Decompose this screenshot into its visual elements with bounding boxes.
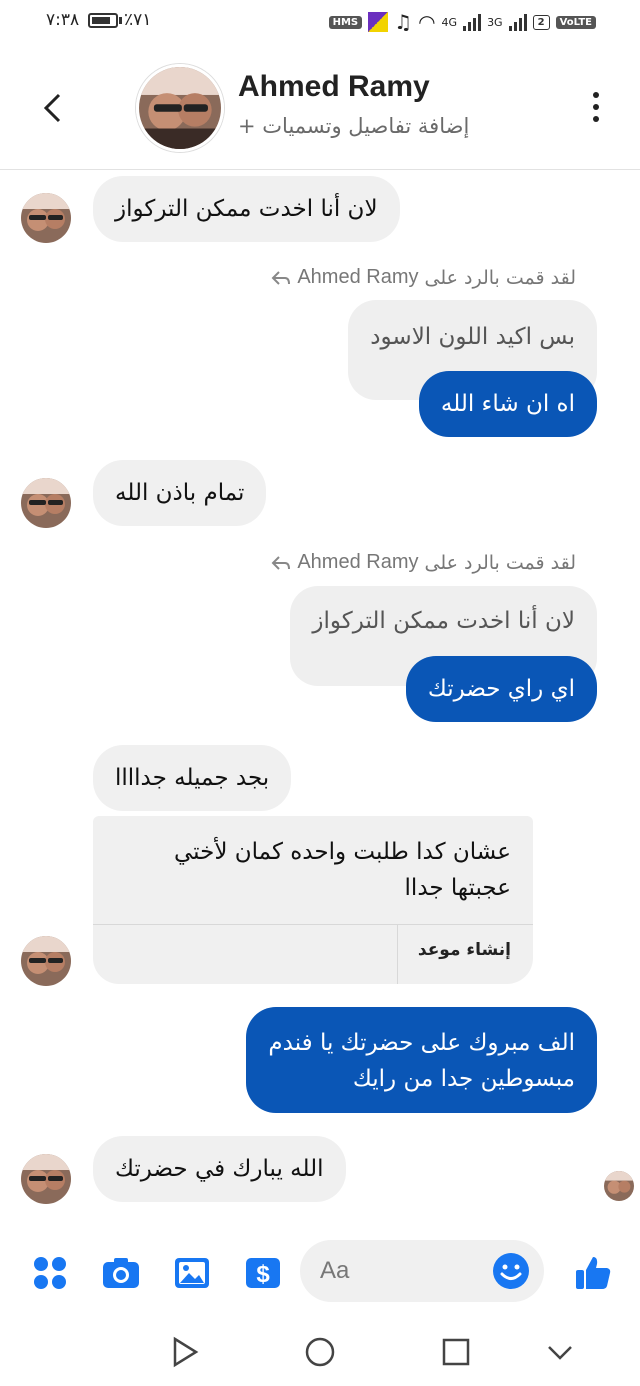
status-bar: ٧:٣٨ ٪٧١ HMS ♫ ◠ 4G 3G 2 VoLTE [0,0,640,44]
message-bubble-outgoing[interactable]: اه ان شاء الله [418,371,597,437]
nav-back-button[interactable] [166,1334,202,1370]
chat-header: Ahmed Ramy إضافة تفاصيل وتسميات + [0,44,640,170]
back-button[interactable] [30,86,74,130]
reply-arrow-icon [271,555,291,570]
reply-note-text: لقد قمت بالرد على [424,551,577,574]
square-recents-icon [442,1338,470,1366]
message-bubble-outgoing[interactable]: الف مبروك على حضرتك يا فندم مبسوطين جدا … [246,1007,597,1113]
hms-badge: HMS [328,15,363,29]
sender-avatar [21,1154,71,1204]
sender-avatar [21,936,71,986]
reply-indicator: لقد قمت بالرد على Ahmed Ramy [271,551,576,574]
emoji-icon[interactable] [492,1252,530,1290]
contact-photo [139,67,221,149]
svg-text:$: $ [256,1261,270,1288]
card-divider [93,924,533,925]
payment-icon[interactable]: $ [242,1252,284,1294]
status-icons: HMS ♫ ◠ 4G 3G 2 VoLTE [328,10,596,34]
add-details-link[interactable]: إضافة تفاصيل وتسميات + [238,114,508,138]
signal-icon [463,13,482,31]
battery-percent: ٪٧١ [124,10,152,30]
message-bubble-outgoing[interactable]: اي راي حضرتك [405,656,597,722]
reply-note-name: Ahmed Ramy [297,551,419,573]
status-time: ٧:٣٨ [46,10,80,30]
reply-note-name: Ahmed Ramy [297,266,419,288]
volte-badge: VoLTE [555,15,596,29]
more-options-icon[interactable] [586,92,606,122]
music-note-icon: ♫ [394,10,413,34]
system-nav-bar [0,1318,640,1386]
nav-recents-button[interactable] [438,1334,474,1370]
sender-avatar [21,478,71,528]
app-notification-icon [368,12,389,32]
camera-icon[interactable] [100,1252,142,1294]
chevron-down-icon [548,1346,572,1360]
sender-avatar [21,193,71,243]
chevron-left-icon [43,93,61,123]
triangle-back-icon [173,1336,199,1368]
message-composer: $ [0,1228,640,1318]
reply-indicator: لقد قمت بالرد على Ahmed Ramy [271,266,576,289]
message-bubble-incoming[interactable]: بجد جميله جداااا [93,745,292,811]
apps-icon[interactable] [29,1252,71,1294]
network-3g-label: 3G [487,15,503,29]
reply-arrow-icon [271,270,291,285]
card-message-text: عشان كدا طلبت واحده كمان لأختي عجبتها جد… [174,839,511,901]
wifi-icon: ◠ [418,10,436,34]
contact-avatar[interactable] [136,64,224,152]
message-card[interactable]: عشان كدا طلبت واحده كمان لأختي عجبتها جد… [93,816,533,984]
message-line: الف مبروك على حضرتك يا فندم [268,1030,575,1056]
read-receipt-avatar [604,1171,634,1201]
message-bubble-incoming[interactable]: لان أنا اخدت ممكن التركواز [93,176,400,242]
signal-icon-sim2 [508,13,527,31]
message-bubble-incoming[interactable]: الله يبارك في حضرتك [93,1136,346,1202]
message-line: مبسوطين جدا من رايك [352,1066,575,1092]
create-appointment-button[interactable]: إنشاء موعد [418,940,511,960]
battery-icon [88,13,118,28]
message-bubble-incoming[interactable]: تمام باذن الله [93,460,267,526]
reply-note-text: لقد قمت بالرد على [424,266,577,289]
battery-tip [119,17,122,24]
nav-home-button[interactable] [302,1334,338,1370]
sim2-badge: 2 [532,14,550,30]
gallery-icon[interactable] [171,1252,213,1294]
thumbs-up-icon[interactable] [572,1252,614,1294]
nav-hide-button[interactable] [542,1334,578,1370]
card-split [397,924,398,984]
contact-name: Ahmed Ramy [238,70,430,103]
network-4g-label: 4G [441,15,458,29]
circle-home-icon [305,1337,335,1367]
